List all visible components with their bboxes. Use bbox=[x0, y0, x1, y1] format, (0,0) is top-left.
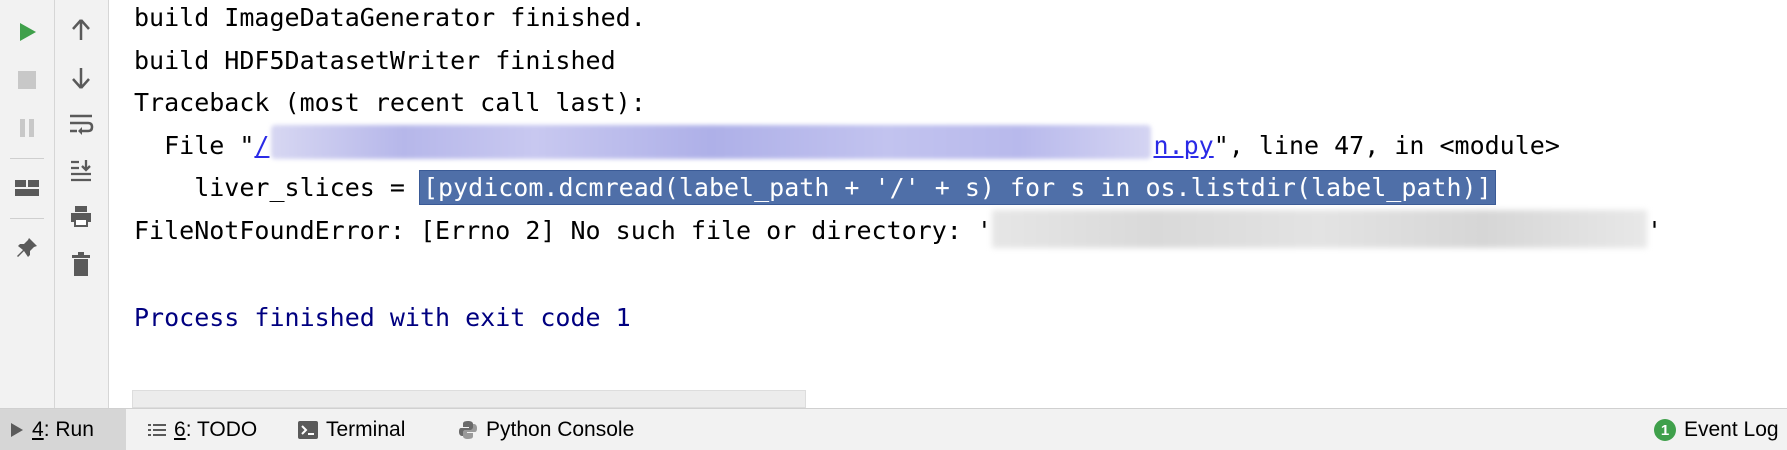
console-line: build ImageDataGenerator finished. bbox=[134, 3, 646, 32]
console-output[interactable]: build ImageDataGenerator finished. build… bbox=[109, 0, 1787, 408]
toolbar-separator bbox=[10, 218, 44, 219]
trash-icon[interactable] bbox=[63, 246, 99, 282]
tab-terminal[interactable]: Terminal bbox=[290, 409, 413, 450]
selected-code: [pydicom.dcmread(label_path + '/' + s) f… bbox=[418, 170, 1496, 205]
error-suffix: ' bbox=[1646, 216, 1662, 245]
python-icon bbox=[459, 421, 477, 439]
console-line: build HDF5DatasetWriter finished bbox=[134, 46, 616, 75]
code-prefix: liver_slices = bbox=[134, 173, 420, 202]
run-icon[interactable] bbox=[9, 14, 45, 50]
arrow-down-icon[interactable] bbox=[63, 60, 99, 96]
todo-list-icon bbox=[148, 424, 166, 436]
traceback-file-line: File "/ n.py", line 47, in <module> bbox=[134, 125, 1560, 163]
tab-python-console[interactable]: Python Console bbox=[450, 409, 642, 450]
file-prefix: File " bbox=[134, 131, 255, 160]
file-link-start: / bbox=[254, 131, 270, 160]
code-line: liver_slices = [pydicom.dcmread(label_pa… bbox=[134, 170, 1496, 205]
error-line: FileNotFoundError: [Errno 2] No such fil… bbox=[134, 210, 1662, 248]
file-link[interactable]: / n.py bbox=[254, 125, 1214, 160]
toolbar-divider bbox=[54, 0, 55, 408]
toolbar-separator bbox=[10, 158, 44, 159]
tab-terminal-label: Terminal bbox=[326, 418, 406, 441]
file-suffix: ", line 47, in <module> bbox=[1213, 131, 1560, 160]
soft-wrap-icon[interactable] bbox=[63, 106, 99, 142]
run-tool-window: build ImageDataGenerator finished. build… bbox=[0, 0, 1787, 450]
stop-icon[interactable] bbox=[9, 62, 45, 98]
tab-event-log[interactable]: 1 Event Log bbox=[1646, 409, 1787, 450]
tab-todo-label: : TODO bbox=[185, 418, 258, 441]
file-link-end: n.py bbox=[1153, 131, 1214, 160]
tool-window-bar: 4: Run 6: TODO Terminal Python Console 1… bbox=[0, 408, 1787, 450]
console-line: Traceback (most recent call last): bbox=[134, 88, 646, 117]
run-tab-icon bbox=[11, 423, 23, 437]
horizontal-scrollbar[interactable] bbox=[132, 390, 806, 408]
terminal-icon bbox=[298, 421, 318, 439]
process-exit-message: Process finished with exit code 1 bbox=[134, 303, 631, 332]
tab-event-log-label: Event Log bbox=[1684, 418, 1779, 441]
tab-todo[interactable]: 6: TODO bbox=[140, 409, 265, 450]
error-prefix: FileNotFoundError: [Errno 2] No such fil… bbox=[134, 216, 992, 245]
redacted-directory bbox=[991, 210, 1647, 248]
scroll-to-end-icon[interactable] bbox=[63, 152, 99, 188]
print-icon[interactable] bbox=[63, 198, 99, 234]
arrow-up-icon[interactable] bbox=[63, 12, 99, 48]
redacted-path bbox=[271, 125, 1152, 159]
tab-todo-mnemonic: 6 bbox=[174, 418, 186, 441]
tab-python-console-label: Python Console bbox=[486, 418, 635, 441]
layout-icon[interactable] bbox=[9, 170, 45, 206]
run-toolbar bbox=[0, 0, 109, 408]
event-log-badge: 1 bbox=[1654, 419, 1676, 441]
pause-icon[interactable] bbox=[9, 110, 45, 146]
pin-icon[interactable] bbox=[9, 230, 45, 266]
tab-run-mnemonic: 4 bbox=[32, 418, 44, 441]
tab-run[interactable]: 4: Run bbox=[0, 409, 126, 450]
tab-run-label: : Run bbox=[43, 418, 94, 441]
